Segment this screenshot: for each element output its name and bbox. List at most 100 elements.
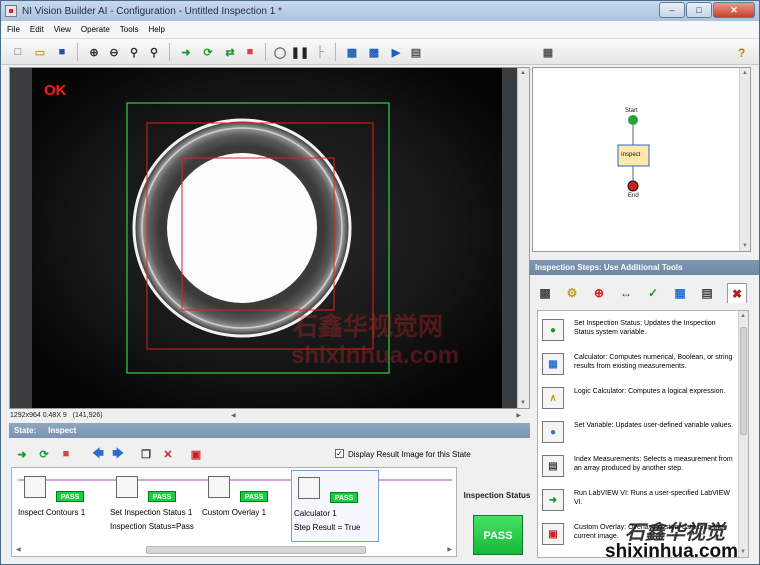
zoom-out-icon[interactable]: ⊖	[105, 43, 123, 61]
scroll-left-icon[interactable]: ◀	[16, 546, 21, 553]
stop-icon[interactable]: ■	[241, 43, 259, 61]
scroll-left-icon[interactable]: ◀	[231, 412, 236, 419]
start-node-label: Start	[625, 108, 638, 114]
menu-file[interactable]: File	[7, 25, 20, 34]
tool-description: Custom Overlay: Overlays custom data ont…	[574, 524, 724, 540]
menu-operate[interactable]: Operate	[81, 25, 110, 34]
menu-tools[interactable]: Tools	[120, 25, 139, 34]
close-button[interactable]: ✕	[713, 2, 755, 18]
inspection-status-indicator: PASS	[473, 515, 523, 555]
acquire-images-tab-icon[interactable]: ▩	[535, 283, 555, 303]
pause-icon[interactable]: ❚❚	[291, 43, 309, 61]
image-view-icon[interactable]: ▩	[365, 43, 383, 61]
maximize-button[interactable]: □	[686, 2, 712, 18]
traffic-light-icon	[116, 476, 138, 498]
run-loop-step-icon[interactable]: ⟳	[35, 445, 53, 463]
step-inspect-contours[interactable]: PASS Inspect Contours 1	[16, 470, 106, 542]
delete-step-icon[interactable]: ✕	[159, 445, 177, 463]
display-result-label: Display Result Image for this State	[348, 450, 471, 459]
calculator-icon: ▦	[542, 353, 564, 375]
scroll-up-icon[interactable]: ▲	[742, 70, 748, 76]
tool-list-scrollbar[interactable]: ▲ ▼	[738, 311, 748, 557]
logic-icon: ∧	[542, 387, 564, 409]
zoom-in-icon[interactable]: ⊕	[85, 43, 103, 61]
step-subtext: Step Result = True	[294, 523, 361, 532]
scroll-down-icon[interactable]: ▼	[742, 243, 748, 249]
step-calculator[interactable]: PASS Calculator 1 Step Result = True	[291, 470, 379, 542]
title-bar: NI Vision Builder AI - Configuration - U…	[1, 1, 759, 21]
move-right-icon[interactable]: 🡆	[109, 445, 127, 463]
viewer-vertical-scrollbar[interactable]: ▲ ▼	[517, 68, 529, 408]
tool-description: Logic Calculator: Computes a logical exp…	[574, 388, 726, 395]
communicate-tab-icon[interactable]: ▤	[697, 283, 717, 303]
run-continuous-icon[interactable]: ⟳	[199, 43, 217, 61]
state-diagram[interactable]: Start Inspect End ▲ ▼	[532, 67, 751, 252]
locate-features-tab-icon[interactable]: ⊕	[589, 283, 609, 303]
scroll-up-icon[interactable]: ▲	[740, 313, 746, 319]
save-icon[interactable]: ■	[53, 43, 71, 61]
scroll-right-icon[interactable]: ▶	[516, 412, 521, 419]
menu-edit[interactable]: Edit	[30, 25, 44, 34]
open-folder-icon[interactable]: ▭	[31, 43, 49, 61]
scroll-thumb[interactable]	[146, 546, 366, 554]
step-name: Calculator 1	[294, 509, 337, 518]
result-ok-label: OK	[44, 82, 67, 99]
stop-step-icon[interactable]: ■	[57, 445, 75, 463]
image-viewer[interactable]: OK ▲ ▼	[9, 67, 530, 409]
overlay-icon: ▣	[542, 523, 564, 545]
additional-tools-tab-icon[interactable]: ✖	[727, 283, 747, 303]
move-left-icon[interactable]: 🡄	[89, 445, 107, 463]
run-once-icon[interactable]: ➜	[177, 43, 195, 61]
measure-features-tab-icon[interactable]: ↔	[616, 283, 636, 303]
state-diagram-icon[interactable]: ▦	[539, 43, 557, 61]
viewer-horizontal-scrollbar[interactable]: ◀ ▶	[231, 412, 521, 420]
tool-run-labview-vi[interactable]: ➜ Run LabVIEW VI: Runs a user-specified …	[542, 489, 738, 525]
scroll-down-icon[interactable]: ▼	[740, 549, 746, 555]
menu-help[interactable]: Help	[148, 25, 164, 34]
tool-custom-overlay[interactable]: ▣ Custom Overlay: Overlays custom data o…	[542, 523, 738, 557]
end-node-label: End	[628, 193, 639, 199]
tool-set-variable[interactable]: ● Set Variable: Updates user-defined var…	[542, 421, 738, 457]
tool-set-inspection-status[interactable]: ● Set Inspection Status: Updates the Ins…	[542, 319, 738, 355]
tool-index-measurements[interactable]: ▤ Index Measurements: Selects a measurem…	[542, 455, 738, 491]
tool-calculator[interactable]: ▦ Calculator: Computes numerical, Boolea…	[542, 353, 738, 389]
new-file-icon[interactable]: □	[9, 43, 27, 61]
flow-scrollbar[interactable]: ◀ ▶	[16, 546, 452, 554]
inspection-steps-header: Inspection Steps: Use Additional Tools	[529, 260, 759, 275]
zoom-1-1-icon[interactable]: ⚲	[125, 43, 143, 61]
cursor-coordinates: (141,926)	[72, 412, 103, 419]
inspect-node-label[interactable]: Inspect	[621, 152, 640, 158]
copy-step-icon[interactable]: ❐	[137, 445, 155, 463]
inspection-steps-flow: PASS Inspect Contours 1 PASS Set Inspect…	[11, 467, 457, 557]
image-info: 1292x964 0.48X 9	[10, 412, 67, 419]
step-set-inspection-status[interactable]: PASS Set Inspection Status 1 Inspection …	[108, 470, 200, 542]
scroll-right-icon[interactable]: ▶	[447, 546, 452, 553]
state-diagram-canvas	[617, 115, 650, 192]
display-result-checkbox[interactable]: ✓	[335, 449, 344, 458]
step-properties-icon[interactable]: ▣	[187, 445, 205, 463]
step-custom-overlay[interactable]: PASS Custom Overlay 1	[200, 470, 292, 542]
layout-icon[interactable]: ▤	[407, 43, 425, 61]
identify-parts-tab-icon[interactable]: ▦	[670, 283, 690, 303]
run-once-step-icon[interactable]: ➜	[13, 445, 31, 463]
scroll-thumb[interactable]	[740, 327, 747, 435]
app-icon	[5, 5, 17, 17]
state-label: State:	[14, 426, 37, 435]
minimize-button[interactable]: –	[659, 2, 685, 18]
scroll-down-icon[interactable]: ▼	[520, 400, 526, 406]
zoom-fit-icon[interactable]: ⚲	[145, 43, 163, 61]
diagram-scrollbar[interactable]: ▲ ▼	[739, 68, 750, 251]
help-icon[interactable]: ?	[738, 46, 745, 60]
lightbulb-icon[interactable]: ◯	[271, 43, 289, 61]
menu-bar: File Edit View Operate Tools Help	[1, 21, 759, 39]
menu-view[interactable]: View	[54, 25, 71, 34]
check-presence-tab-icon[interactable]: ✓	[643, 283, 663, 303]
run-step-icon[interactable]: ⇄	[221, 43, 239, 61]
enhance-images-tab-icon[interactable]: ⚙	[562, 283, 582, 303]
acquire-image-icon[interactable]: ▩	[343, 43, 361, 61]
step-mode-icon[interactable]: ├	[311, 43, 329, 61]
tool-description: Set Variable: Updates user-defined varia…	[574, 422, 734, 429]
tool-logic-calculator[interactable]: ∧ Logic Calculator: Computes a logical e…	[542, 387, 738, 423]
play-view-icon[interactable]: ▶	[387, 43, 405, 61]
scroll-up-icon[interactable]: ▲	[520, 70, 526, 76]
